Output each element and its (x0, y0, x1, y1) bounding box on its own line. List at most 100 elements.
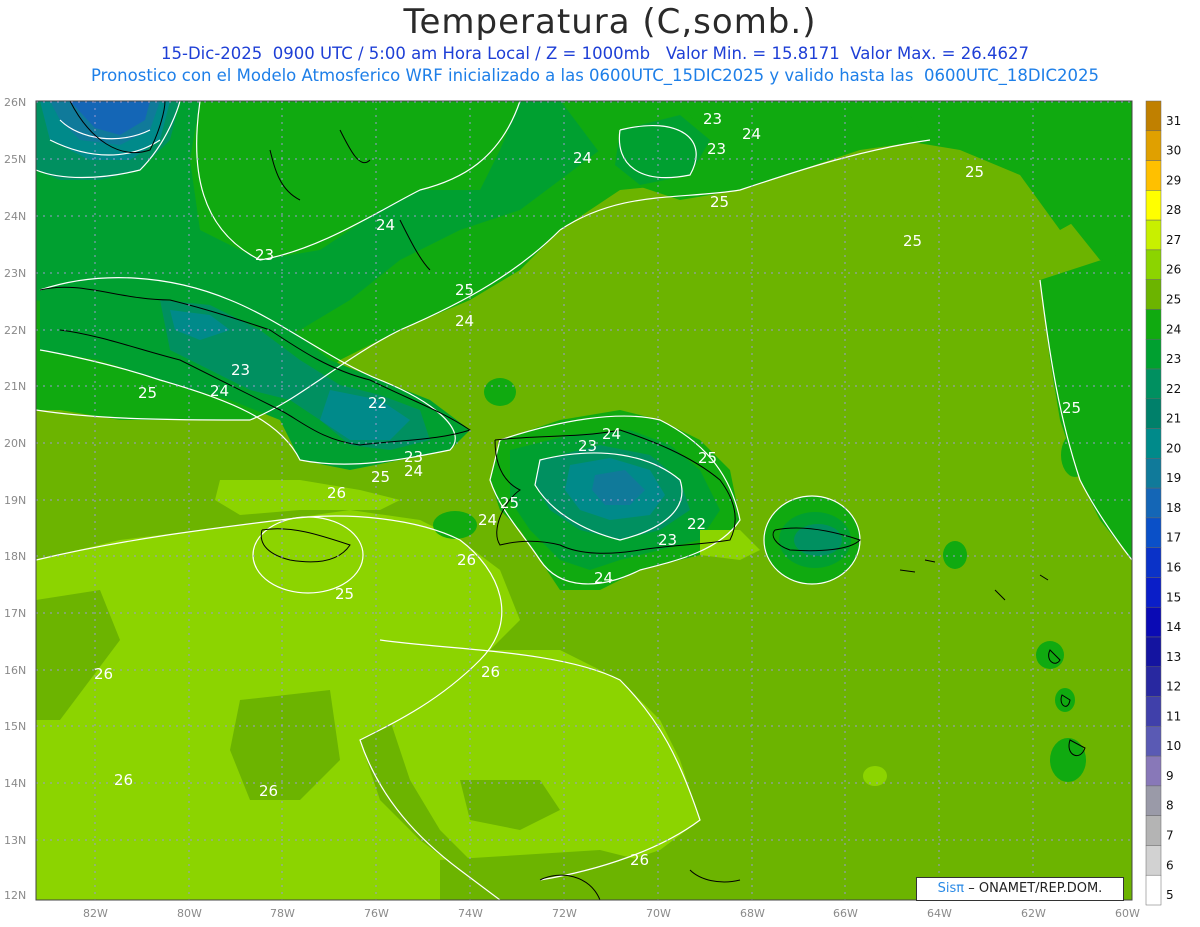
lon-label: 80W (177, 907, 202, 920)
lat-label: 24N (4, 210, 26, 223)
colorbar-label: 24 (1166, 322, 1181, 336)
colorbar-label: 29 (1166, 173, 1181, 187)
colorbar-swatch (1145, 785, 1162, 816)
colorbar-label: 22 (1166, 382, 1181, 396)
contour-label: 25 (965, 163, 984, 181)
colorbar-label: 13 (1166, 650, 1181, 664)
colorbar-swatch (1145, 666, 1162, 697)
longitude-axis: 82W 80W 78W 76W 74W 72W 70W 68W 66W 64W … (83, 907, 1140, 920)
colorbar-label: 8 (1166, 799, 1174, 813)
contour-label: 26 (114, 771, 133, 789)
contour-label: 26 (94, 665, 113, 683)
colorbar-label: 17 (1166, 531, 1181, 545)
contour-label: 22 (368, 394, 387, 412)
colorbar-swatch (1145, 458, 1162, 489)
lon-label: 64W (927, 907, 952, 920)
colorbar-label: 7 (1166, 828, 1174, 842)
sis-logo-text: Sisπ (937, 881, 965, 896)
colorbar-label: 5 (1166, 888, 1174, 902)
contour-label: 25 (335, 585, 354, 603)
colorbar-label: 23 (1166, 352, 1181, 366)
colorbar-label: 6 (1166, 858, 1174, 872)
credit-text: – ONAMET/REP.DOM. (968, 881, 1103, 896)
contour-label: 24 (455, 312, 474, 330)
colorbar-swatch (1145, 636, 1162, 668)
contour-label: 25 (1062, 399, 1081, 417)
contour-label: 24 (210, 382, 229, 400)
contour-label: 26 (327, 484, 346, 502)
contour-label: 24 (478, 511, 497, 529)
colorbar-swatch (1145, 309, 1162, 340)
colorbar-label: 28 (1166, 203, 1181, 217)
lon-label: 70W (646, 907, 671, 920)
contour-label: 25 (371, 468, 390, 486)
colorbar-label: 19 (1166, 471, 1181, 485)
temperature-map: 26N 25N 24N 23N 22N 21N 20N 19N 18N 17N … (4, 96, 1181, 920)
lon-label: 68W (740, 907, 765, 920)
colorbar-swatch (1145, 190, 1162, 221)
contour-label: 24 (376, 216, 395, 234)
lat-label: 17N (4, 607, 26, 620)
colorbar-label: 10 (1166, 739, 1181, 753)
contour-label: 26 (457, 551, 476, 569)
contour-label: 23 (658, 531, 677, 549)
colorbar-label: 14 (1166, 620, 1181, 634)
lat-label: 15N (4, 720, 26, 733)
contour-label: 22 (687, 515, 706, 533)
colorbar-label: 16 (1166, 560, 1181, 574)
contour-label: 24 (404, 462, 423, 480)
colorbar-label: 25 (1166, 292, 1181, 306)
lon-label: 82W (83, 907, 108, 920)
lat-label: 21N (4, 380, 26, 393)
colorbar-legend: 31 30 29 28 27 26 25 24 23 22 21 20 19 18 17 16 15 14 13 12… (1145, 100, 1181, 906)
colorbar-swatch (1145, 130, 1162, 161)
colorbar-swatch (1145, 279, 1162, 310)
colorbar-label: 31 (1166, 114, 1181, 128)
colorbar-label: 21 (1166, 412, 1181, 426)
colorbar-label: 15 (1166, 590, 1181, 604)
colorbar-label: 27 (1166, 233, 1181, 247)
contour-label: 26 (630, 851, 649, 869)
lat-label: 26N (4, 96, 26, 109)
contour-label: 26 (481, 663, 500, 681)
colorbar-swatch (1145, 547, 1162, 578)
contour-label: 25 (455, 281, 474, 299)
lon-label: 74W (458, 907, 483, 920)
colorbar-swatch (1145, 338, 1162, 370)
colorbar-swatch (1145, 845, 1162, 876)
contour-label: 26 (259, 782, 278, 800)
colorbar-label: 9 (1166, 769, 1174, 783)
colorbar-swatch (1145, 249, 1162, 280)
contour-label: 23 (707, 140, 726, 158)
contour-label: 24 (573, 149, 592, 167)
colorbar-label: 20 (1166, 441, 1181, 455)
lat-label: 19N (4, 494, 26, 507)
colorbar-swatch (1145, 815, 1162, 846)
lat-label: 20N (4, 437, 26, 450)
lat-label: 18N (4, 550, 26, 563)
colorbar-swatch (1145, 577, 1162, 608)
contour-label: 23 (578, 437, 597, 455)
contour-label: 23 (231, 361, 250, 379)
lat-label: 16N (4, 664, 26, 677)
colorbar-label: 26 (1166, 263, 1181, 277)
lon-label: 76W (364, 907, 389, 920)
contour-label: 23 (703, 110, 722, 128)
lat-label: 25N (4, 153, 26, 166)
colorbar-label: 30 (1166, 144, 1181, 158)
contour-label: 24 (742, 125, 761, 143)
colorbar-swatch (1145, 726, 1162, 757)
contour-label: 25 (903, 232, 922, 250)
colorbar-swatch (1145, 755, 1162, 787)
colorbar-swatch (1145, 874, 1162, 906)
lat-label: 23N (4, 267, 26, 280)
contour-label: 24 (602, 425, 621, 443)
colorbar-swatch (1145, 696, 1162, 727)
colorbar-swatch (1145, 160, 1162, 191)
contour-label: 25 (500, 494, 519, 512)
colorbar-swatch (1145, 100, 1162, 132)
lon-label: 60W (1115, 907, 1140, 920)
contour-label: 25 (698, 449, 717, 467)
colorbar-label: 11 (1166, 709, 1181, 723)
colorbar-swatch (1145, 487, 1162, 519)
